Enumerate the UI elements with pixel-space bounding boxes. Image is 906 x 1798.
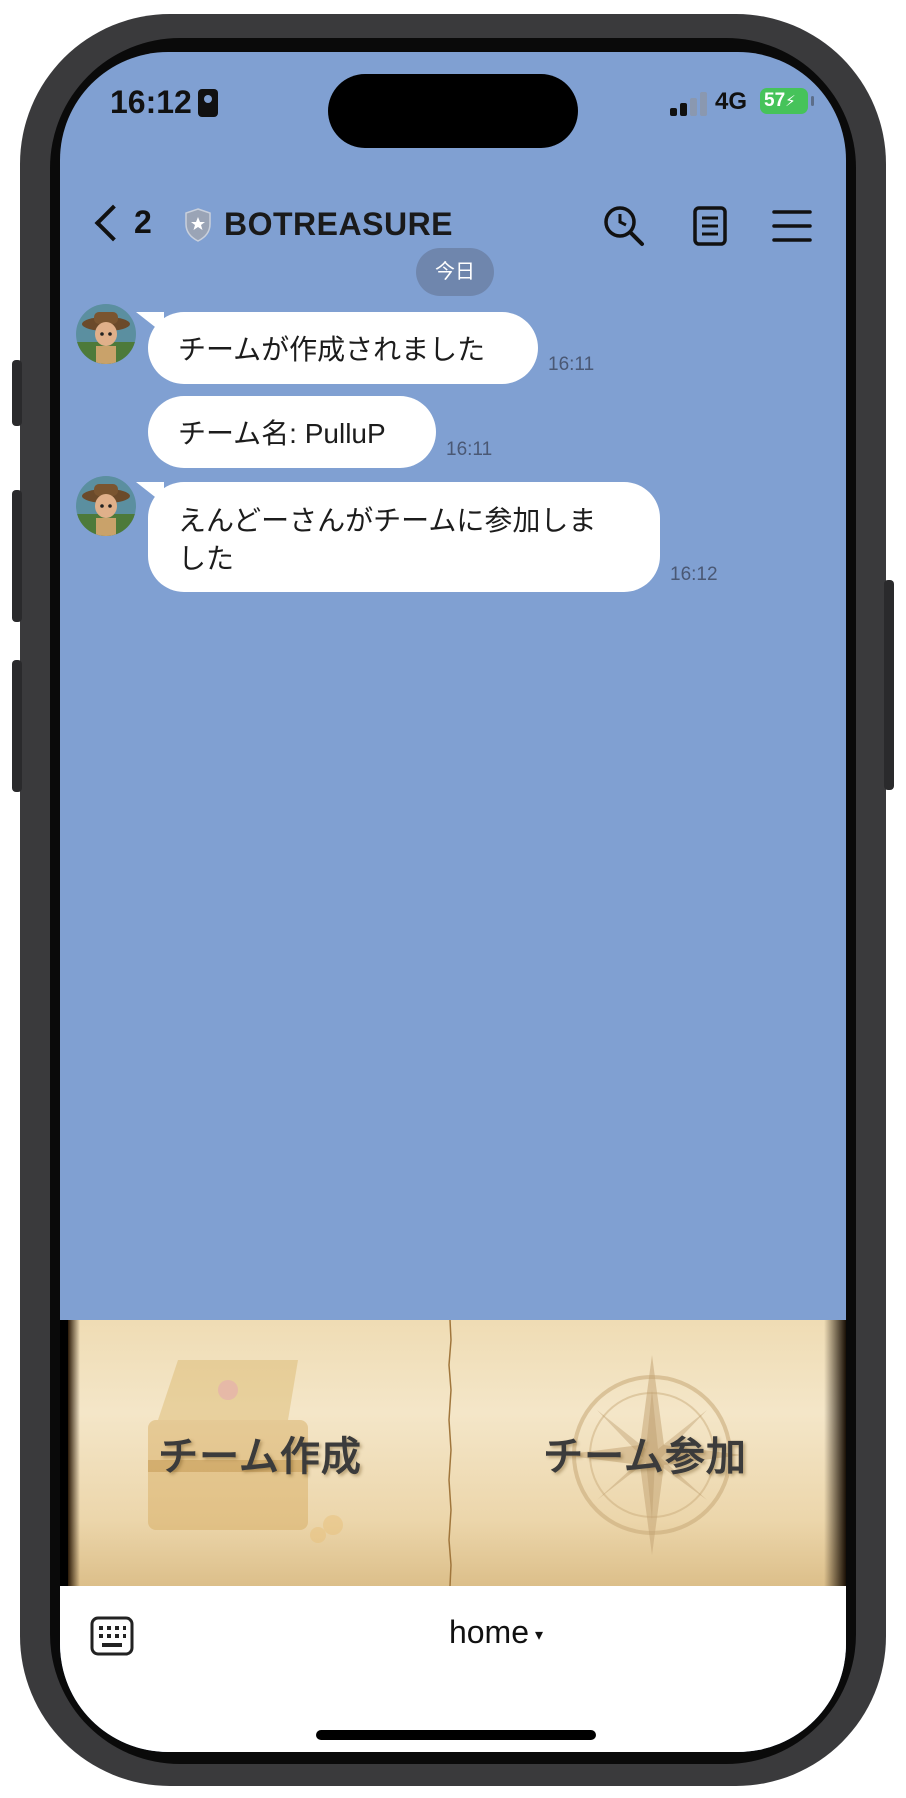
back-button[interactable]: 2 (88, 204, 152, 241)
status-time: 16:12 (110, 84, 192, 120)
chevron-left-icon (94, 204, 132, 241)
volume-up-button (12, 490, 22, 622)
search-icon[interactable] (602, 204, 646, 248)
create-team-button[interactable]: チーム作成 (68, 1320, 452, 1586)
phone-screen: 16:12 4G 57⚡ 2 BOTREASURE 今日 チームが作成されました… (60, 52, 846, 1752)
network-type: 4G (715, 88, 748, 115)
message-bubble[interactable]: えんどーさんがチームに参加しま した (136, 482, 660, 592)
triangle-down-icon: ▾ (535, 1626, 544, 1644)
unread-count: 2 (134, 204, 152, 240)
volume-down-button (12, 660, 22, 792)
rich-menu-toggle[interactable]: home ▾ (60, 1614, 846, 1651)
chat-title-text: BOTREASURE (224, 206, 454, 242)
message-time: 16:12 (670, 564, 718, 585)
charging-icon: ⚡ (785, 93, 796, 110)
dynamic-island (328, 74, 578, 148)
message-bubble[interactable]: チーム名: PulluP (148, 396, 436, 468)
join-team-label: チーム参加 (543, 1434, 747, 1480)
notes-icon[interactable] (688, 204, 732, 248)
bot-avatar[interactable] (76, 476, 136, 536)
rich-menu-toggle-label: home (448, 1614, 529, 1650)
status-bar: 16:12 4G 57⚡ (60, 52, 846, 162)
battery-icon: 57⚡ (760, 88, 814, 114)
battery-level: 57 (764, 90, 786, 111)
create-team-label: チーム作成 (158, 1434, 362, 1480)
chat-title[interactable]: BOTREASURE (184, 206, 453, 243)
message-text: チーム名: PulluP (178, 418, 386, 449)
cellular-signal-icon (670, 92, 710, 116)
explorer-avatar-icon (76, 304, 136, 364)
action-button (12, 360, 22, 426)
message-text: えんどーさんがチームに参加しま した (178, 505, 597, 574)
date-separator: 今日 (416, 248, 494, 296)
rich-menu: チーム作成 チーム参加 (60, 1320, 846, 1586)
shield-star-icon (185, 207, 211, 242)
power-button (884, 580, 894, 790)
message-bubble[interactable]: チームが作成されました (136, 312, 538, 384)
bot-avatar[interactable] (76, 304, 136, 364)
id-card-icon (198, 89, 218, 117)
message-time: 16:11 (548, 354, 595, 375)
hamburger-menu-icon[interactable] (770, 204, 814, 248)
message-time: 16:11 (446, 439, 493, 460)
join-team-button[interactable]: チーム参加 (452, 1320, 838, 1586)
home-indicator[interactable] (316, 1730, 596, 1740)
message-text: チームが作成されました (178, 334, 486, 365)
explorer-avatar-icon (76, 476, 136, 536)
bottom-bar: home ▾ (60, 1586, 846, 1752)
